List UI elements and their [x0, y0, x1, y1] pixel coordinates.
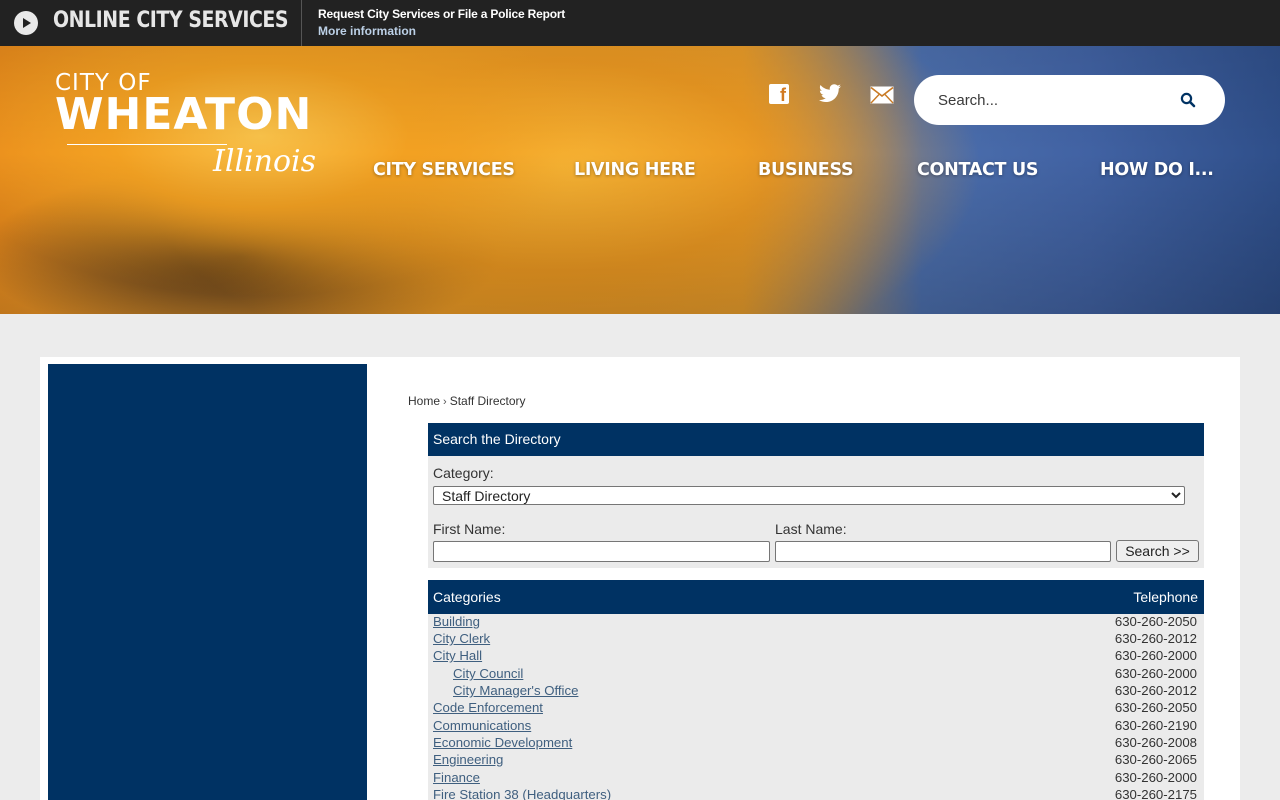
- table-row: City Clerk 630-260-2012: [428, 631, 1204, 648]
- table-row: City Manager's Office 630-260-2012: [428, 683, 1204, 700]
- sidebar: [48, 364, 367, 800]
- category-phone: 630-260-2012: [1114, 683, 1197, 698]
- category-phone: 630-260-2000: [1114, 648, 1197, 663]
- breadcrumb: Home › Staff Directory: [408, 394, 526, 408]
- site-search-input[interactable]: [938, 88, 1158, 112]
- category-link-fire-station-38[interactable]: Fire Station 38 (Headquarters): [433, 787, 611, 800]
- categories-header: Categories Telephone: [428, 580, 1204, 614]
- category-link-city-council[interactable]: City Council: [453, 666, 523, 681]
- table-row: Fire Station 38 (Headquarters) 630-260-21…: [428, 787, 1204, 800]
- category-link-communications[interactable]: Communications: [433, 718, 531, 733]
- last-name-field[interactable]: [775, 541, 1111, 562]
- category-phone: 630-260-2190: [1114, 718, 1197, 733]
- table-row: Economic Development 630-260-2008: [428, 735, 1204, 752]
- category-link-city-hall[interactable]: City Hall: [433, 648, 482, 663]
- category-link-building[interactable]: Building: [433, 614, 480, 629]
- more-information-link[interactable]: More information: [318, 24, 416, 38]
- hero-header: CITY OF WHEATON Illinois CITY SERVICES L…: [0, 46, 1280, 314]
- category-phone: 630-260-2000: [1114, 666, 1197, 681]
- email-icon[interactable]: [870, 86, 894, 104]
- category-link-finance[interactable]: Finance: [433, 770, 480, 785]
- online-city-services-button[interactable]: ONLINE CITY SERVICES: [0, 0, 302, 46]
- breadcrumb-separator: ›: [443, 396, 447, 408]
- category-link-city-clerk[interactable]: City Clerk: [433, 631, 490, 646]
- nav-city-services[interactable]: CITY SERVICES: [373, 160, 515, 180]
- top-banner: ONLINE CITY SERVICES Request City Servic…: [0, 0, 1280, 46]
- category-label: Category:: [433, 465, 494, 481]
- city-logo[interactable]: CITY OF WHEATON Illinois: [55, 70, 316, 179]
- category-link-code-enforcement[interactable]: Code Enforcement: [433, 700, 543, 715]
- category-phone: 630-260-2000: [1114, 770, 1197, 785]
- directory-search-header: Search the Directory: [428, 423, 1204, 456]
- table-row: Engineering 630-260-2065: [428, 752, 1204, 769]
- request-services-link[interactable]: Request City Services or File a Police R…: [318, 7, 565, 21]
- category-link-city-managers-office[interactable]: City Manager's Office: [453, 683, 578, 698]
- twitter-icon[interactable]: [818, 84, 842, 104]
- table-row: Building 630-260-2050: [428, 614, 1204, 631]
- logo-illinois: Illinois: [213, 144, 317, 179]
- site-search: [914, 75, 1225, 125]
- online-city-services-label: ONLINE CITY SERVICES: [53, 8, 289, 33]
- table-row: Communications 630-260-2190: [428, 718, 1204, 735]
- nav-business[interactable]: BUSINESS: [758, 160, 854, 180]
- logo-wheaton: WHEATON: [55, 89, 313, 140]
- nav-living-here[interactable]: LIVING HERE: [574, 160, 696, 180]
- last-name-label: Last Name:: [775, 521, 847, 537]
- facebook-icon[interactable]: [769, 84, 789, 106]
- categories-list: Building 630-260-2050 City Clerk 630-260-2…: [428, 614, 1204, 800]
- first-name-field[interactable]: [433, 541, 770, 562]
- logo-divider: [67, 144, 227, 145]
- category-phone: 630-260-2065: [1114, 752, 1197, 767]
- table-row: Finance 630-260-2000: [428, 770, 1204, 787]
- play-icon: [14, 11, 38, 35]
- category-select[interactable]: Staff Directory: [433, 486, 1185, 505]
- main-content: Home › Staff Directory Search the Director…: [40, 357, 1240, 800]
- category-phone: 630-260-2008: [1114, 735, 1197, 750]
- directory-search-form: Category: Staff Directory First Name: La…: [428, 456, 1204, 568]
- categories-column-header: Categories: [433, 589, 501, 605]
- category-link-engineering[interactable]: Engineering: [433, 752, 503, 767]
- first-name-label: First Name:: [433, 521, 506, 537]
- category-phone: 630-260-2050: [1114, 614, 1197, 629]
- table-row: City Hall 630-260-2000: [428, 648, 1204, 665]
- nav-how-do-i[interactable]: HOW DO I...: [1100, 160, 1214, 180]
- category-phone: 630-260-2050: [1114, 700, 1197, 715]
- category-link-economic-development[interactable]: Economic Development: [433, 735, 572, 750]
- table-row: Code Enforcement 630-260-2050: [428, 700, 1204, 717]
- breadcrumb-home[interactable]: Home: [408, 394, 440, 408]
- breadcrumb-current: Staff Directory: [449, 394, 526, 408]
- category-phone: 630-260-2175: [1114, 787, 1197, 800]
- directory-search-button[interactable]: Search >>: [1116, 540, 1199, 562]
- table-row: City Council 630-260-2000: [428, 666, 1204, 683]
- nav-contact-us[interactable]: CONTACT US: [917, 160, 1038, 180]
- telephone-column-header: Telephone: [1133, 589, 1198, 605]
- search-icon[interactable]: [1180, 92, 1196, 108]
- category-phone: 630-260-2012: [1114, 631, 1197, 646]
